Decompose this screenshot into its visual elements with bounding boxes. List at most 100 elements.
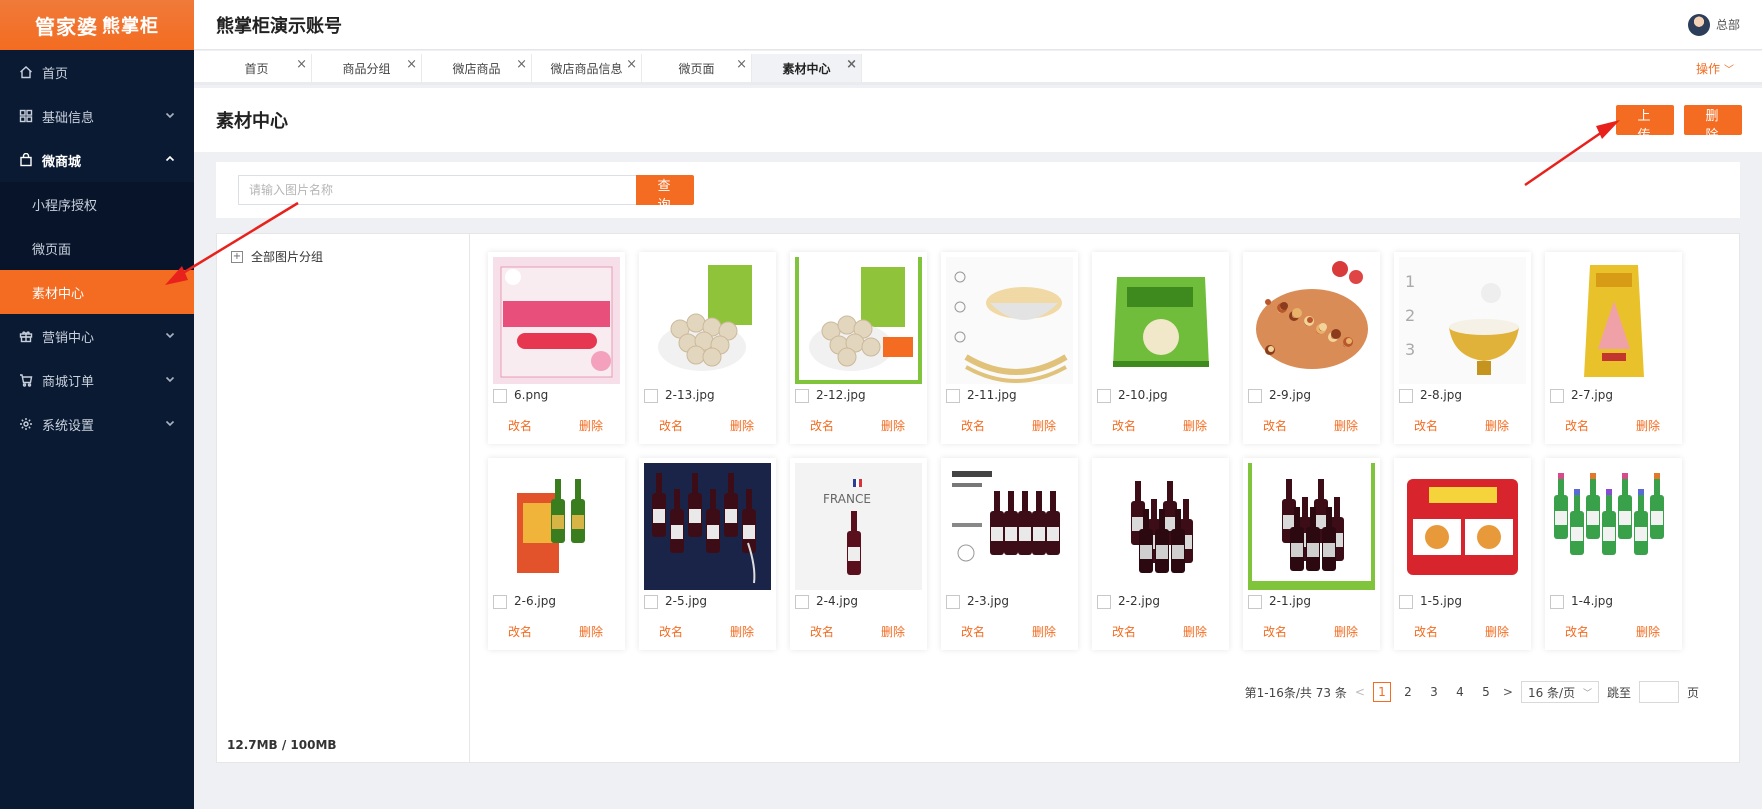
image-thumbnail[interactable] xyxy=(1550,257,1677,384)
user-menu[interactable]: 总部 xyxy=(1687,13,1740,36)
upload-button[interactable]: 上传 xyxy=(1616,105,1674,143)
tab-operations-dropdown[interactable]: 操作 ﹀ xyxy=(1696,54,1734,82)
image-select-checkbox[interactable] xyxy=(1550,389,1564,403)
image-thumbnail[interactable] xyxy=(493,463,620,590)
delete-link[interactable]: 删除 xyxy=(579,623,603,640)
image-select-checkbox[interactable] xyxy=(795,595,809,609)
delete-link[interactable]: 删除 xyxy=(1183,623,1207,640)
image-card[interactable]: 2-1.jpg 改名 删除 xyxy=(1243,458,1380,650)
tab-home[interactable]: 首页 × xyxy=(202,54,312,82)
image-select-checkbox[interactable] xyxy=(493,595,507,609)
image-card[interactable]: 2-13.jpg 改名 删除 xyxy=(639,252,776,444)
prev-page-icon[interactable]: < xyxy=(1355,685,1365,699)
image-select-checkbox[interactable] xyxy=(1399,389,1413,403)
image-card[interactable]: 2-7.jpg 改名 删除 xyxy=(1545,252,1682,444)
image-thumbnail[interactable]: 1 2 3 xyxy=(1399,257,1526,384)
rename-link[interactable]: 改名 xyxy=(1263,623,1287,640)
image-select-checkbox[interactable] xyxy=(1097,389,1111,403)
delete-link[interactable]: 删除 xyxy=(730,417,754,434)
image-thumbnail[interactable] xyxy=(644,463,771,590)
delete-link[interactable]: 删除 xyxy=(881,623,905,640)
image-card[interactable]: 2-6.jpg 改名 删除 xyxy=(488,458,625,650)
image-card[interactable]: 2-12.jpg 改名 删除 xyxy=(790,252,927,444)
image-select-checkbox[interactable] xyxy=(493,389,507,403)
delete-link[interactable]: 删除 xyxy=(1334,623,1358,640)
sidebar-item-basic-info[interactable]: 基础信息 xyxy=(0,94,194,138)
page-number-1[interactable]: 1 xyxy=(1372,682,1391,702)
image-select-checkbox[interactable] xyxy=(644,595,658,609)
close-icon[interactable]: × xyxy=(516,57,527,72)
group-tree-root[interactable]: + 全部图片分组 xyxy=(217,234,469,279)
sidebar-subitem-material-center[interactable]: 素材中心 xyxy=(0,270,194,314)
sidebar-item-micro-mall[interactable]: 微商城 xyxy=(0,138,194,182)
sidebar-item-mall-orders[interactable]: 商城订单 xyxy=(0,358,194,402)
query-button[interactable]: 查询 xyxy=(636,175,694,213)
rename-link[interactable]: 改名 xyxy=(1565,623,1589,640)
sidebar-item-home[interactable]: 首页 xyxy=(0,50,194,94)
image-card[interactable]: 2-3.jpg 改名 删除 xyxy=(941,458,1078,650)
page-size-select[interactable]: 16 条/页 ﹀ xyxy=(1520,681,1599,703)
image-thumbnail[interactable]: FRANCE xyxy=(795,463,922,590)
close-icon[interactable]: × xyxy=(846,57,857,72)
delete-link[interactable]: 删除 xyxy=(579,417,603,434)
next-page-icon[interactable]: > xyxy=(1503,685,1513,699)
image-select-checkbox[interactable] xyxy=(1550,595,1564,609)
delete-link[interactable]: 删除 xyxy=(1334,417,1358,434)
delete-link[interactable]: 删除 xyxy=(1485,417,1509,434)
image-thumbnail[interactable] xyxy=(795,257,922,384)
sidebar-item-marketing[interactable]: 营销中心 xyxy=(0,314,194,358)
image-thumbnail[interactable] xyxy=(493,257,620,384)
image-thumbnail[interactable] xyxy=(1399,463,1526,590)
tab-micro-page[interactable]: 微页面 × xyxy=(642,54,752,82)
image-card[interactable]: 1-5.jpg 改名 删除 xyxy=(1394,458,1531,650)
page-number-5[interactable]: 5 xyxy=(1477,685,1495,699)
tab-micro-store-product-info[interactable]: 微店商品信息 × xyxy=(532,54,642,82)
image-select-checkbox[interactable] xyxy=(1399,595,1413,609)
rename-link[interactable]: 改名 xyxy=(1565,417,1589,434)
image-thumbnail[interactable] xyxy=(1248,463,1375,590)
rename-link[interactable]: 改名 xyxy=(810,417,834,434)
jump-page-input[interactable] xyxy=(1638,681,1679,703)
delete-link[interactable]: 删除 xyxy=(881,417,905,434)
sidebar-item-system-settings[interactable]: 系统设置 xyxy=(0,402,194,446)
close-icon[interactable]: × xyxy=(406,57,417,72)
image-select-checkbox[interactable] xyxy=(644,389,658,403)
search-input[interactable] xyxy=(238,175,636,205)
close-icon[interactable]: × xyxy=(296,57,307,72)
delete-link[interactable]: 删除 xyxy=(1485,623,1509,640)
delete-link[interactable]: 删除 xyxy=(1183,417,1207,434)
image-card[interactable]: FRANCE 2-4.jpg 改名 删除 xyxy=(790,458,927,650)
tab-micro-store-products[interactable]: 微店商品 × xyxy=(422,54,532,82)
sidebar-subitem-micro-page[interactable]: 微页面 xyxy=(0,226,194,270)
rename-link[interactable]: 改名 xyxy=(1263,417,1287,434)
image-thumbnail[interactable] xyxy=(1550,463,1677,590)
image-card[interactable]: 1-4.jpg 改名 删除 xyxy=(1545,458,1682,650)
rename-link[interactable]: 改名 xyxy=(1414,417,1438,434)
brand-logo[interactable]: 管家婆 熊掌柜 xyxy=(0,0,194,50)
image-thumbnail[interactable] xyxy=(1248,257,1375,384)
rename-link[interactable]: 改名 xyxy=(508,623,532,640)
rename-link[interactable]: 改名 xyxy=(961,623,985,640)
image-card[interactable]: 2-2.jpg 改名 删除 xyxy=(1092,458,1229,650)
image-thumbnail[interactable] xyxy=(1097,257,1224,384)
image-card[interactable]: 6.png 改名 删除 xyxy=(488,252,625,444)
image-select-checkbox[interactable] xyxy=(1248,389,1262,403)
image-select-checkbox[interactable] xyxy=(946,595,960,609)
image-card[interactable]: 2-5.jpg 改名 删除 xyxy=(639,458,776,650)
close-icon[interactable]: × xyxy=(736,57,747,72)
image-select-checkbox[interactable] xyxy=(946,389,960,403)
rename-link[interactable]: 改名 xyxy=(1112,417,1136,434)
page-number-4[interactable]: 4 xyxy=(1451,685,1469,699)
rename-link[interactable]: 改名 xyxy=(659,417,683,434)
rename-link[interactable]: 改名 xyxy=(508,417,532,434)
delete-link[interactable]: 删除 xyxy=(1636,623,1660,640)
image-select-checkbox[interactable] xyxy=(1097,595,1111,609)
image-select-checkbox[interactable] xyxy=(795,389,809,403)
image-card[interactable]: 2-9.jpg 改名 删除 xyxy=(1243,252,1380,444)
sidebar-subitem-miniprogram-auth[interactable]: 小程序授权 xyxy=(0,182,194,226)
delete-link[interactable]: 删除 xyxy=(730,623,754,640)
rename-link[interactable]: 改名 xyxy=(810,623,834,640)
image-card[interactable]: 2-10.jpg 改名 删除 xyxy=(1092,252,1229,444)
image-card[interactable]: 2-11.jpg 改名 删除 xyxy=(941,252,1078,444)
tab-material-center[interactable]: 素材中心 × xyxy=(752,54,862,82)
